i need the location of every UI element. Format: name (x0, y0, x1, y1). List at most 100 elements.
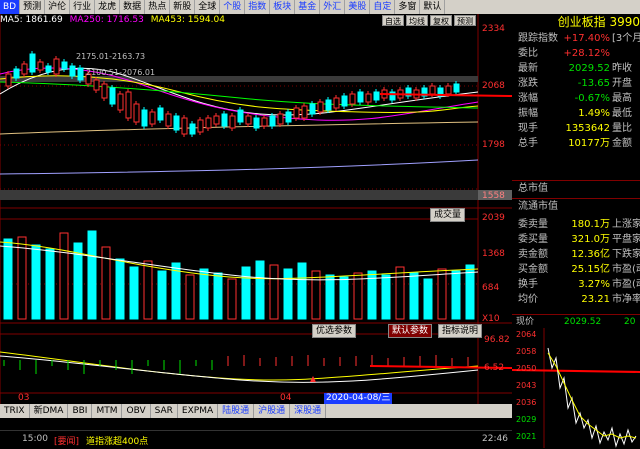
chart-toggle[interactable]: 自选 (382, 15, 404, 26)
chart-toggle[interactable]: 复权 (430, 15, 452, 26)
volume-bar (45, 248, 55, 320)
candle-body (189, 123, 196, 135)
toolbar-item[interactable]: 新股 (170, 0, 196, 14)
quote-row-label: 现手 (518, 123, 538, 134)
toolbar-item[interactable]: 自定 (370, 0, 396, 14)
toolbar-item[interactable]: 板块 (270, 0, 296, 14)
candle-body (53, 58, 60, 75)
quote-row: 换手 3.27%市盈(动) (512, 277, 640, 292)
ma250-line (0, 121, 479, 135)
candle-body (149, 111, 156, 125)
quote-row-value: 12.36亿 (571, 249, 610, 260)
candle-body (45, 65, 52, 73)
highlight-band (0, 190, 478, 200)
volume-bar (423, 278, 433, 320)
ma-legend: MA5: 1861.69 MA250: 1716.53 MA453: 1594.… (0, 14, 225, 26)
candle-body (245, 115, 252, 125)
candle-body (109, 87, 116, 105)
candle-body (253, 117, 260, 129)
quote-row-extra: [3个月] (612, 33, 640, 44)
toolbar-item[interactable]: 外汇 (320, 0, 346, 14)
quote-panel: 创业板指 3990 跟踪指数+17.40%[3个月]委比+28.12%最新202… (512, 14, 640, 448)
candle-body (357, 91, 364, 103)
total-market-value-row: 总市值 (512, 180, 640, 196)
mini-price-value: 2029.52 (564, 317, 602, 327)
toolbar-item[interactable]: 热点 (145, 0, 171, 14)
toolbar-item[interactable]: 全球 (195, 0, 221, 14)
news-text[interactable]: 道指涨超400点 (86, 434, 148, 447)
chart-area[interactable]: MA5: 1861.69 MA250: 1716.53 MA453: 1594.… (0, 14, 512, 418)
toolbar-item[interactable]: 美股 (345, 0, 371, 14)
toolbar-item[interactable]: 沪伦 (45, 0, 71, 14)
quote-row-label2: 上涨家数 (612, 219, 640, 230)
indicator-tab[interactable]: OBV (122, 404, 151, 418)
toolbar-item[interactable]: 个股 (220, 0, 246, 14)
volume-bar (157, 270, 167, 320)
chart-toggle[interactable]: 均线 (406, 15, 428, 26)
quote-row: 卖金额 12.36亿下跌家数 (512, 247, 640, 262)
volume-button[interactable]: 成交量 (430, 208, 466, 222)
indicator-tab[interactable]: SAR (151, 404, 178, 418)
toolbar-item[interactable]: 龙虎 (95, 0, 121, 14)
indicator-tab[interactable]: TRIX (0, 404, 30, 418)
y-label-4: 1558 (482, 191, 505, 201)
quote-row-value: 23.21 (581, 294, 610, 305)
volume-bar (59, 232, 69, 320)
preferred-params-button[interactable]: 优选参数 (312, 324, 357, 338)
quote-row-label: 均价 (518, 294, 538, 305)
toolbar-item[interactable]: 数据 (120, 0, 146, 14)
indicator-tab[interactable]: EXPMA (178, 404, 219, 418)
quote-row-label2: 最高 (612, 93, 632, 104)
status-bar: 15:00 [要闻] 道指涨超400点 22:46 (0, 430, 512, 449)
indicator-tab[interactable]: BBI (68, 404, 93, 418)
ma453-label: MA453: 1594.04 (150, 15, 225, 25)
ind-y-label-1: 96.82 (484, 335, 510, 345)
mini-extra: 20 (624, 317, 636, 327)
candle-body (157, 107, 164, 121)
candle-body (237, 109, 244, 123)
candle-body (117, 93, 124, 111)
candle-body (445, 85, 452, 95)
toolbar-item[interactable]: BD (0, 0, 21, 14)
toolbar-item[interactable]: 基金 (295, 0, 321, 14)
annotation-mid: 2100.51-2076.01 (86, 68, 156, 77)
candle-body (261, 117, 268, 127)
candle-body (349, 93, 356, 105)
top-toolbar: BD 预测 沪伦 行业 龙虎 数据 热点 新股 全球 个股 指数 板块 基金 外汇 美股 自定 多窗 默认 (0, 0, 640, 15)
news-label[interactable]: [要闻] (54, 434, 79, 447)
y-label-top: 2334 (482, 24, 505, 34)
quote-row-label: 换手 (518, 279, 538, 290)
volume-bar (451, 270, 461, 320)
candle-body (365, 93, 372, 103)
annotation-high: 2175.01-2163.73 (76, 52, 146, 61)
toolbar-item[interactable]: 行业 (70, 0, 96, 14)
candle-body (101, 83, 108, 99)
mini-y-label: 2036 (516, 398, 537, 407)
indicator-help-button[interactable]: 指标说明 (438, 324, 483, 338)
volume-bar (409, 272, 419, 320)
quote-row: 涨幅 -0.67% 最高 (512, 91, 640, 106)
indicator-tab[interactable]: MTM (92, 404, 123, 418)
date-badge: 2020-04-08/三 (324, 393, 393, 404)
toolbar-item[interactable]: 预测 (20, 0, 46, 14)
quote-row-label2: 下跌家数 (612, 249, 640, 260)
indicator-tab[interactable]: 陆股通 (218, 404, 255, 418)
indicator-tab[interactable]: 深股通 (290, 404, 327, 418)
toolbar-item[interactable]: 指数 (245, 0, 271, 14)
toolbar-item[interactable]: 多窗 (395, 0, 421, 14)
candle-body (197, 119, 204, 133)
toolbar-item[interactable]: 默认 (420, 0, 446, 14)
vol-y-label-1: 2039 (482, 213, 505, 223)
candle-body (37, 61, 44, 71)
candle-body (5, 73, 12, 87)
default-params-button[interactable]: 默认参数 (388, 324, 433, 338)
mini-y-label: 2029 (516, 415, 537, 424)
y-label-3: 1798 (482, 140, 505, 150)
candle-body (69, 65, 76, 77)
chart-toggle[interactable]: 预测 (454, 15, 476, 26)
candle-body (213, 115, 220, 125)
volume-bar (199, 268, 209, 320)
indicator-tab[interactable]: 新DMA (30, 404, 69, 418)
candle-body (205, 117, 212, 129)
indicator-tab[interactable]: 沪股通 (254, 404, 291, 418)
